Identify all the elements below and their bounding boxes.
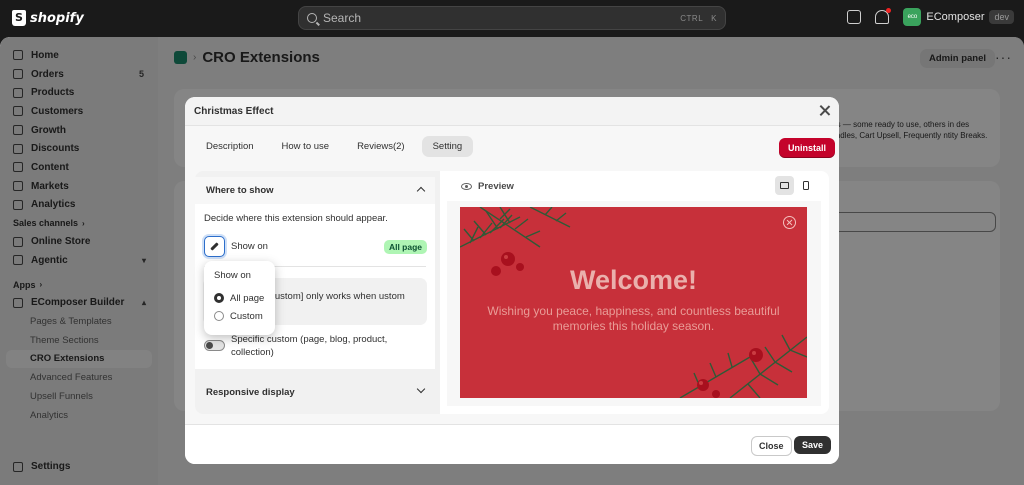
specific-custom-row: Specific custom (page, blog, product, co… xyxy=(195,333,435,369)
popover-title: Show on xyxy=(214,270,251,281)
section-title: Responsive display xyxy=(206,386,295,398)
device-switcher xyxy=(775,176,815,195)
notification-dot xyxy=(886,8,892,13)
store-icon[interactable] xyxy=(847,10,862,24)
preview-header: Preview xyxy=(461,181,514,192)
chevron-down-icon xyxy=(418,386,424,398)
desktop-icon xyxy=(780,182,789,189)
specific-custom-toggle[interactable] xyxy=(204,340,225,351)
close-icon[interactable] xyxy=(819,105,830,116)
modal-header: Christmas Effect xyxy=(185,97,839,126)
radio-label: All page xyxy=(230,292,265,304)
mobile-icon xyxy=(802,181,809,190)
mobile-view-button[interactable] xyxy=(796,176,815,195)
tab-reviews[interactable]: Reviews(2) xyxy=(346,136,416,157)
tab-how-to-use[interactable]: How to use xyxy=(271,136,341,157)
save-button[interactable]: Save xyxy=(794,436,832,454)
pencil-icon xyxy=(210,241,219,251)
show-on-row: Show on All page xyxy=(195,232,435,260)
show-on-popover: Show on All page Custom xyxy=(204,261,275,335)
preview-label: Preview xyxy=(478,181,514,192)
modal-tabs: Description How to use Reviews(2) Settin… xyxy=(195,136,474,157)
specific-custom-label: Specific custom (page, blog, product, co… xyxy=(231,334,388,358)
shopify-logo[interactable]: shopify xyxy=(12,10,84,26)
store-badge: dev xyxy=(989,10,1014,24)
tab-setting[interactable]: Setting xyxy=(421,136,474,157)
brand-name: shopify xyxy=(30,10,84,26)
modal-footer: Close Save xyxy=(185,424,839,464)
search-placeholder: Search xyxy=(323,11,362,25)
banner-subtext: Wishing you peace, happiness, and countl… xyxy=(487,304,780,333)
modal-title: Christmas Effect xyxy=(194,105,274,117)
uninstall-button[interactable]: Uninstall xyxy=(779,138,836,158)
store-switcher[interactable]: eco EComposer dev xyxy=(903,8,1014,26)
search-shortcut: CTRL K xyxy=(680,13,717,23)
edit-show-on-button[interactable] xyxy=(204,235,225,257)
settings-panel: Where to show Decide where this extensio… xyxy=(195,171,829,414)
top-actions: eco EComposer dev xyxy=(847,8,1024,26)
eye-icon xyxy=(461,183,472,190)
radio-icon[interactable] xyxy=(214,311,224,321)
radio-label: Custom xyxy=(230,310,263,322)
radio-custom[interactable]: Custom xyxy=(214,307,265,325)
info-text: fic custom] only works when ustom xyxy=(258,291,405,302)
show-on-label: Show on xyxy=(231,240,268,252)
chevron-up-icon xyxy=(418,185,424,197)
search-input[interactable]: Search CTRL K xyxy=(298,6,726,30)
shopify-bag-icon xyxy=(12,10,26,26)
where-to-show-header[interactable]: Where to show xyxy=(195,177,435,204)
store-avatar: eco xyxy=(903,8,922,26)
modal-body: Description How to use Reviews(2) Settin… xyxy=(185,126,839,424)
extension-modal: Christmas Effect Description How to use … xyxy=(185,97,839,464)
banner-close-icon[interactable] xyxy=(783,216,796,229)
christmas-banner-preview: Welcome! Wishing you peace, happiness, a… xyxy=(460,207,807,398)
desktop-view-button[interactable] xyxy=(775,176,794,195)
radio-selected-icon[interactable] xyxy=(214,293,224,303)
close-button[interactable]: Close xyxy=(751,436,792,456)
status-badge: All page xyxy=(383,240,427,254)
tab-description[interactable]: Description xyxy=(195,136,265,157)
pine-decoration-image xyxy=(460,207,807,398)
search-icon xyxy=(307,13,317,23)
store-name: EComposer xyxy=(926,11,985,23)
section-description: Decide where this extension should appea… xyxy=(204,213,388,224)
section-title: Where to show xyxy=(206,185,274,196)
top-bar: shopify Search CTRLK eco EComposer dev xyxy=(0,0,1024,37)
responsive-display-header[interactable]: Responsive display xyxy=(195,379,435,405)
radio-all-page[interactable]: All page xyxy=(214,289,265,307)
bell-icon[interactable] xyxy=(875,8,892,24)
banner-heading: Welcome! xyxy=(569,265,698,295)
